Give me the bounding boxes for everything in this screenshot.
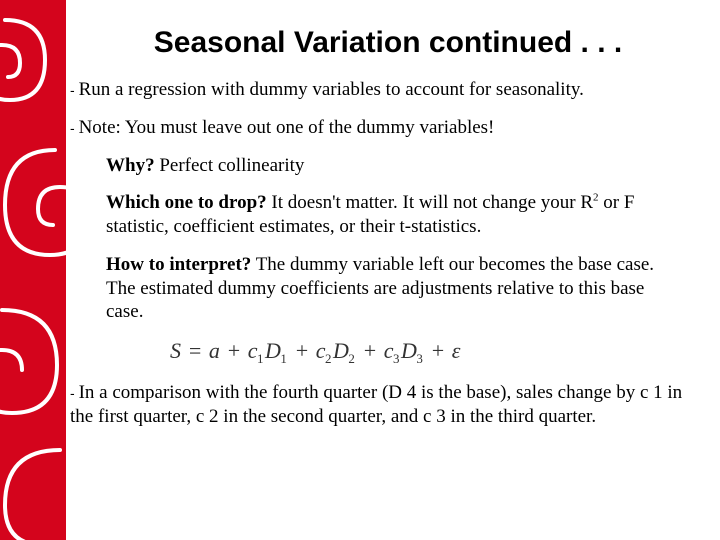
eq-D: D <box>333 338 349 363</box>
sub-interpret: How to interpret? The dummy variable lef… <box>106 253 690 324</box>
sub-answer: Perfect collinearity <box>155 155 305 176</box>
swirl-art-icon <box>0 0 66 540</box>
eq-sub3: 3 <box>393 351 400 366</box>
eq-plus: + <box>424 338 451 363</box>
sub-label: Why? <box>106 155 155 176</box>
eq-plus: + <box>288 338 315 363</box>
eq-sub2: 2 <box>325 351 332 366</box>
decorative-sidebar <box>0 0 66 540</box>
dash-icon: - <box>70 120 79 136</box>
eq-sub2: 2 <box>348 351 355 366</box>
sub-label: Which one to drop? <box>106 192 267 213</box>
sub-which-drop: Which one to drop? It doesn't matter. It… <box>106 191 690 239</box>
eq-a: a <box>209 338 221 363</box>
bullet-text: In a comparison with the fourth quarter … <box>70 382 682 427</box>
slide: Seasonal Variation continued . . . - Run… <box>0 0 720 540</box>
eq-D: D <box>401 338 417 363</box>
eq-sub1: 1 <box>280 351 287 366</box>
bullet-comparison: - In a comparison with the fourth quarte… <box>70 381 690 429</box>
bullet-note: - Note: You must leave out one of the du… <box>70 116 690 140</box>
bullet-regression: - Run a regression with dummy variables … <box>70 78 690 102</box>
eq-sub3: 3 <box>416 351 423 366</box>
eq-equals: = <box>182 338 209 363</box>
eq-plus: + <box>356 338 383 363</box>
bullet-text: Run a regression with dummy variables to… <box>79 79 584 100</box>
bullet-text: Note: You must leave out one of the dumm… <box>79 117 495 138</box>
content-area: Seasonal Variation continued . . . - Run… <box>70 0 710 540</box>
eq-sub1: 1 <box>257 351 264 366</box>
sub-why: Why? Perfect collinearity <box>106 154 690 178</box>
eq-D: D <box>265 338 281 363</box>
dash-icon: - <box>70 385 79 401</box>
slide-title: Seasonal Variation continued . . . <box>86 26 690 60</box>
dash-icon: - <box>70 82 79 98</box>
sub-answer-part1: It doesn't matter. It will not change yo… <box>267 192 593 213</box>
eq-eps: ε <box>452 338 461 363</box>
eq-lhs: S <box>170 338 182 363</box>
regression-equation: S = a + c1D1 + c2D2 + c3D3 + ε <box>170 338 690 367</box>
eq-plus: + <box>220 338 247 363</box>
sub-label: How to interpret? <box>106 254 251 275</box>
